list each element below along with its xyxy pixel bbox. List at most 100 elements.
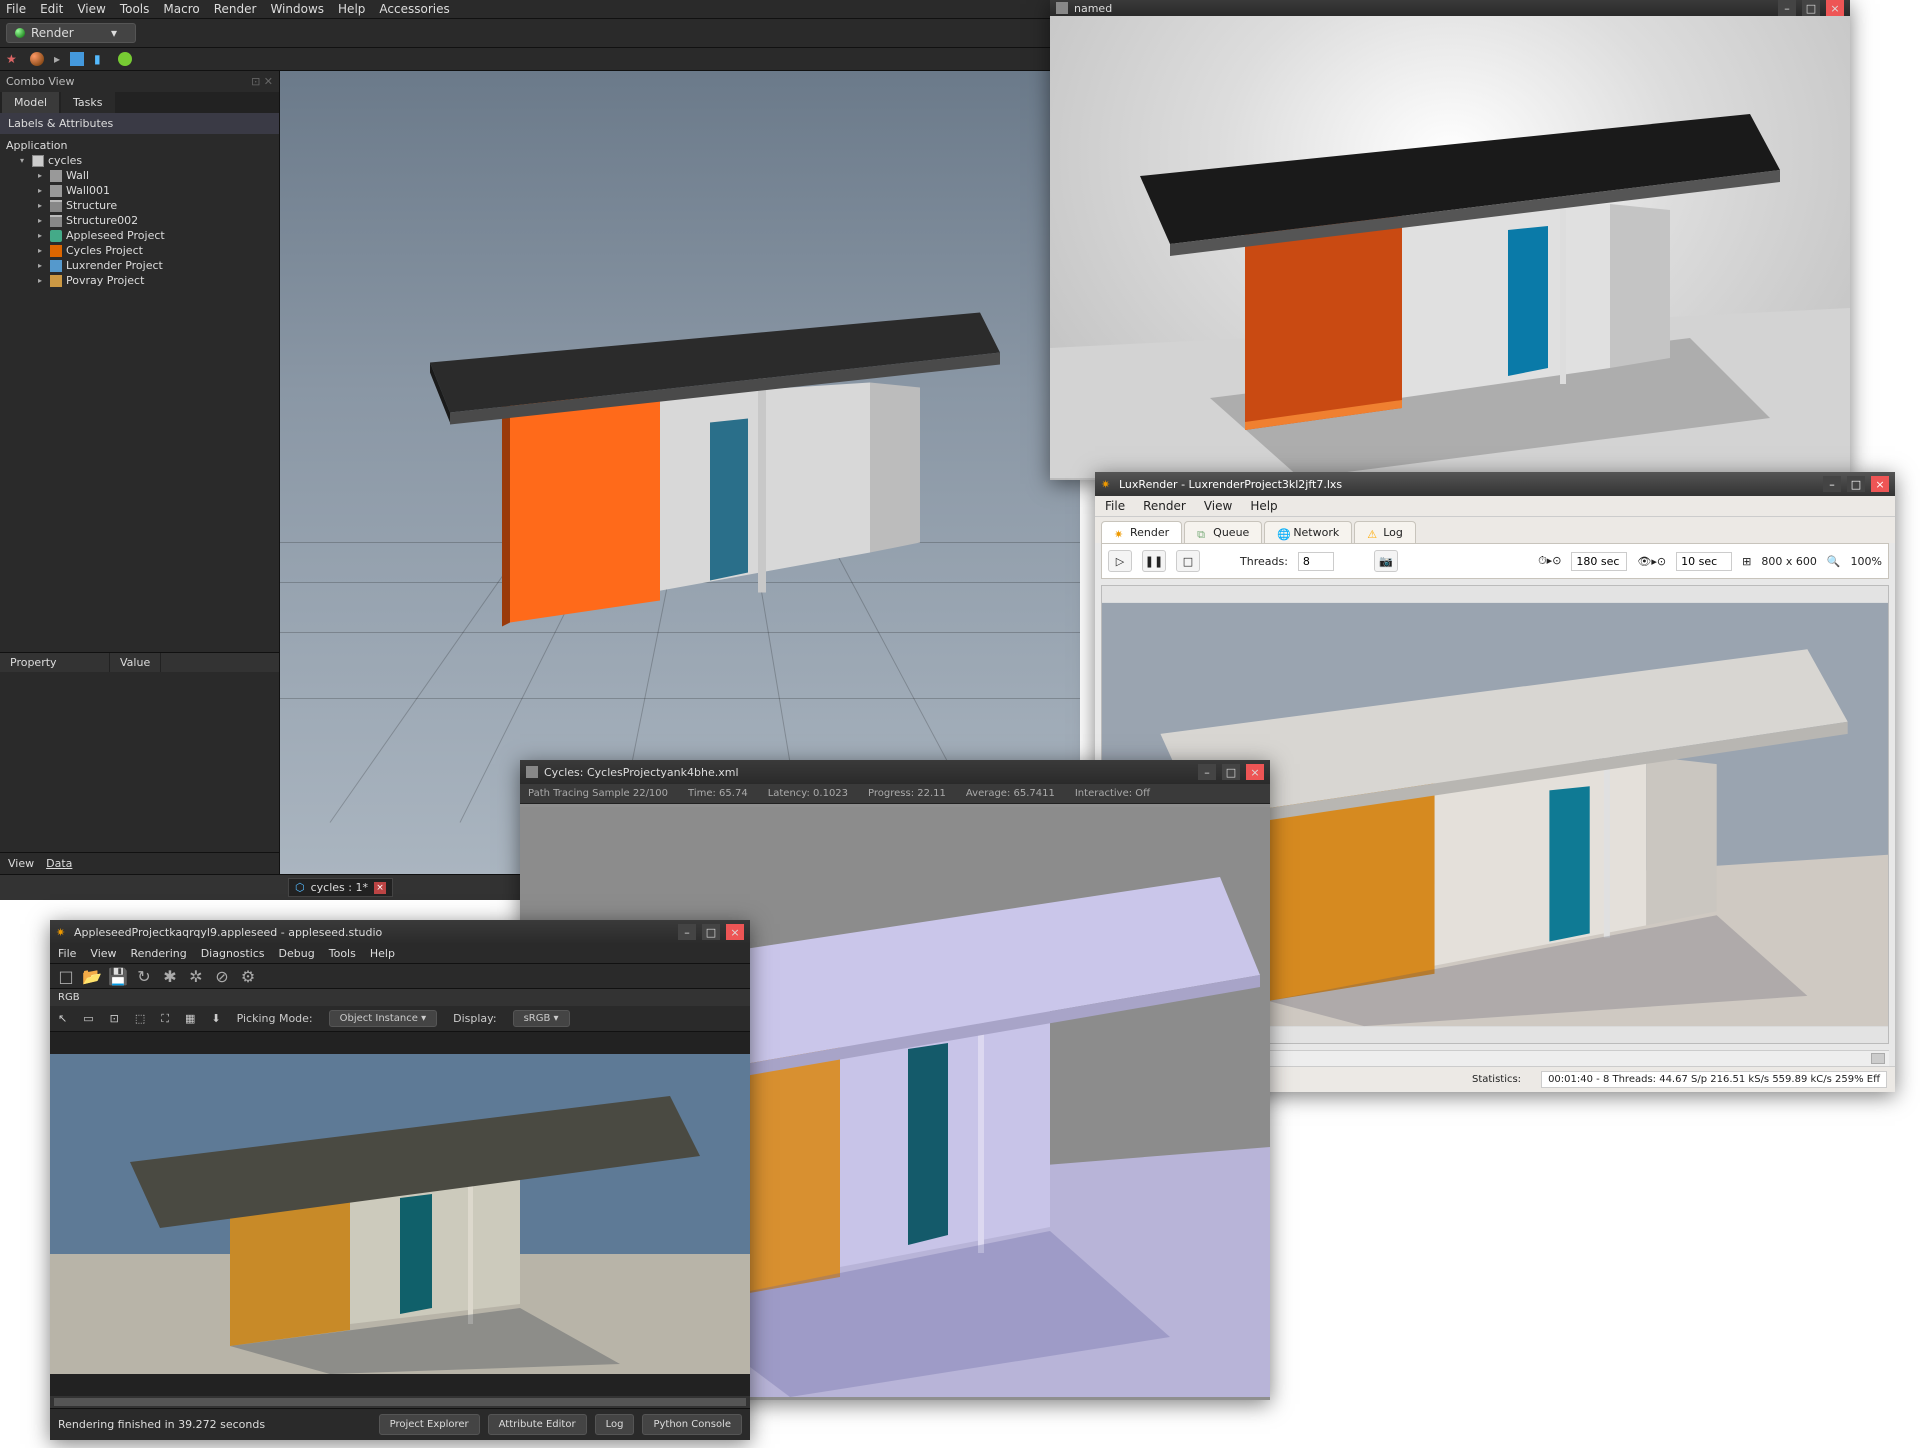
tree-item[interactable]: ▸Luxrender Project	[2, 258, 277, 273]
workbench-selector[interactable]: Render ▾	[6, 23, 136, 43]
tab-view[interactable]: View	[8, 857, 34, 870]
box-icon[interactable]: ⊡	[110, 1012, 119, 1025]
freecad-menubar: File Edit View Tools Macro Render Window…	[0, 0, 1080, 19]
maximize-button[interactable]: □	[1847, 476, 1865, 492]
threads-input[interactable]	[1298, 552, 1334, 571]
menu-file[interactable]: File	[6, 2, 26, 16]
picking-dropdown[interactable]: Object Instance ▾	[329, 1010, 437, 1027]
tree-item[interactable]: ▸Structure002	[2, 213, 277, 228]
maximize-button[interactable]: □	[1802, 0, 1820, 16]
model-tree[interactable]: Application ▾cycles ▸Wall ▸Wall001 ▸Stru…	[0, 134, 279, 652]
tree-item[interactable]: ▸Wall	[2, 168, 277, 183]
project-explorer-button[interactable]: Project Explorer	[379, 1414, 480, 1435]
col-property[interactable]: Property	[0, 653, 110, 672]
tree-app[interactable]: Application	[2, 138, 277, 153]
minimize-button[interactable]: –	[1198, 764, 1216, 780]
stop-icon[interactable]: ⊘	[214, 968, 230, 984]
settings-icon[interactable]: ⚙	[240, 968, 256, 984]
minimize-button[interactable]: –	[1823, 476, 1841, 492]
gear-icon[interactable]: ✱	[162, 968, 178, 984]
lux-tab-queue[interactable]: ⧉Queue	[1184, 521, 1262, 543]
as-menu-file[interactable]: File	[58, 947, 76, 960]
tree-item[interactable]: ▸Cycles Project	[2, 243, 277, 258]
maximize-button[interactable]: □	[702, 924, 720, 940]
save-icon[interactable]: 💾	[110, 968, 126, 984]
tree-doc[interactable]: ▾cycles	[2, 153, 277, 168]
col-value[interactable]: Value	[110, 653, 161, 672]
stop-button[interactable]: □	[1176, 550, 1200, 572]
tree-item[interactable]: ▸Appleseed Project	[2, 228, 277, 243]
as-menu-view[interactable]: View	[90, 947, 116, 960]
tab-model[interactable]: Model	[2, 92, 59, 113]
green-ball-icon[interactable]	[118, 52, 132, 66]
tree-item[interactable]: ▸Wall001	[2, 183, 277, 198]
time2-input[interactable]	[1676, 552, 1732, 571]
python-console-button[interactable]: Python Console	[642, 1414, 742, 1435]
as-menu-diagnostics[interactable]: Diagnostics	[201, 947, 265, 960]
lux-titlebar[interactable]: ✷ LuxRender - LuxrenderProject3kl2jft7.l…	[1095, 472, 1895, 496]
minimize-button[interactable]: –	[1778, 0, 1796, 16]
reload-icon[interactable]: ↻	[136, 968, 152, 984]
tab-tasks[interactable]: Tasks	[61, 92, 114, 113]
arrow-icon[interactable]: ▸	[54, 52, 60, 66]
open-icon[interactable]: 📂	[84, 968, 100, 984]
log-button[interactable]: Log	[595, 1414, 635, 1435]
as-menu-help[interactable]: Help	[370, 947, 395, 960]
tab-data[interactable]: Data	[46, 857, 72, 870]
grid-icon[interactable]: ▦	[185, 1012, 195, 1025]
as-menu-debug[interactable]: Debug	[279, 947, 315, 960]
cursor-icon[interactable]: ↖	[58, 1012, 67, 1025]
flag-icon[interactable]: ▮	[94, 52, 108, 66]
lux-tab-network[interactable]: 🌐Network	[1264, 521, 1352, 543]
menu-windows[interactable]: Windows	[270, 2, 324, 16]
close-button[interactable]: ×	[1871, 476, 1889, 492]
as-scrollbar[interactable]	[50, 1396, 750, 1408]
selection-icon[interactable]: ⬚	[135, 1012, 145, 1025]
3d-viewport[interactable]	[280, 71, 1080, 874]
menu-macro[interactable]: Macro	[163, 2, 199, 16]
crop-icon[interactable]: ▭	[83, 1012, 93, 1025]
new-icon[interactable]: □	[58, 968, 74, 984]
sphere-icon[interactable]	[30, 52, 44, 66]
menu-tools[interactable]: Tools	[120, 2, 150, 16]
povray-titlebar[interactable]: named – □ ×	[1050, 0, 1850, 16]
display-dropdown[interactable]: sRGB ▾	[513, 1010, 570, 1027]
lux-menu-render[interactable]: Render	[1143, 499, 1186, 513]
as-menu-tools[interactable]: Tools	[329, 947, 356, 960]
minimize-button[interactable]: –	[678, 924, 696, 940]
panel-controls[interactable]: ⊡ ✕	[251, 75, 273, 88]
as-titlebar[interactable]: ✷ AppleseedProjectkaqrqyl9.appleseed - a…	[50, 920, 750, 944]
lux-menu-view[interactable]: View	[1204, 499, 1232, 513]
camera-button[interactable]: 📷	[1374, 550, 1398, 572]
menu-edit[interactable]: Edit	[40, 2, 63, 16]
lux-menu-help[interactable]: Help	[1250, 499, 1277, 513]
close-button[interactable]: ×	[1246, 764, 1264, 780]
play-button[interactable]: ▷	[1108, 550, 1132, 572]
attribute-editor-button[interactable]: Attribute Editor	[488, 1414, 587, 1435]
menu-accessories[interactable]: Accessories	[379, 2, 449, 16]
download-icon[interactable]: ⬇	[211, 1012, 220, 1025]
as-menu-rendering[interactable]: Rendering	[131, 947, 187, 960]
doc-tab[interactable]: ⬡ cycles : 1* ×	[288, 878, 393, 897]
close-button[interactable]: ×	[1826, 0, 1844, 16]
scrollbar-thumb[interactable]	[1871, 1053, 1885, 1064]
fit-icon[interactable]: ⛶	[161, 1012, 169, 1026]
tree-item[interactable]: ▸Povray Project	[2, 273, 277, 288]
close-button[interactable]: ×	[726, 924, 744, 940]
star-icon[interactable]: ★	[6, 52, 20, 66]
lux-menu-file[interactable]: File	[1105, 499, 1125, 513]
lux-tab-render[interactable]: ✷Render	[1101, 521, 1182, 543]
maximize-button[interactable]: □	[1222, 764, 1240, 780]
menu-help[interactable]: Help	[338, 2, 365, 16]
as-rgb-tab[interactable]: RGB	[50, 989, 750, 1006]
tree-item[interactable]: ▸Structure	[2, 198, 277, 213]
close-icon[interactable]: ×	[374, 882, 386, 894]
gear2-icon[interactable]: ✲	[188, 968, 204, 984]
lux-tab-log[interactable]: ⚠Log	[1354, 521, 1416, 543]
cycles-titlebar[interactable]: Cycles: CyclesProjectyank4bhe.xml – □ ×	[520, 760, 1270, 784]
time1-input[interactable]	[1571, 552, 1627, 571]
menu-render[interactable]: Render	[214, 2, 257, 16]
pause-button[interactable]: ❚❚	[1142, 550, 1166, 572]
menu-view[interactable]: View	[77, 2, 105, 16]
page-icon[interactable]	[70, 52, 84, 66]
